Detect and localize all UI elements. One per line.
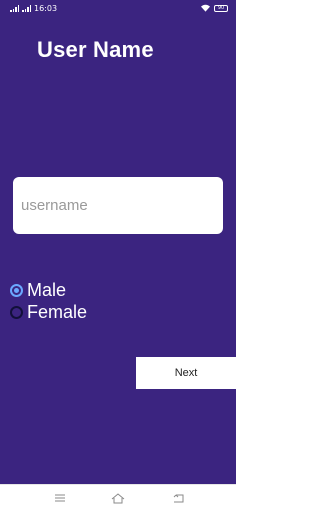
status-right: 90	[201, 4, 228, 12]
radio-male[interactable]: Male	[10, 280, 66, 301]
username-input[interactable]	[13, 177, 223, 234]
navigation-bar	[0, 484, 236, 512]
signal-icon	[10, 5, 19, 12]
radio-female-label: Female	[27, 302, 88, 322]
status-time: 16:03	[34, 4, 58, 13]
status-left: 16:03	[10, 4, 57, 13]
radio-checked-icon[interactable]	[10, 284, 23, 297]
radio-female[interactable]: Female	[10, 302, 87, 323]
radio-male-label: Male	[27, 280, 67, 300]
status-bar: 16:03 90	[0, 0, 236, 18]
wifi-icon	[201, 4, 210, 12]
menu-icon[interactable]	[53, 492, 67, 504]
radio-unchecked-icon[interactable]	[10, 306, 23, 319]
signal-icon	[22, 5, 31, 12]
back-icon[interactable]	[172, 492, 186, 504]
page-title: User Name	[37, 37, 154, 62]
home-icon[interactable]	[111, 492, 125, 504]
main-screen: User Name Male Female Next	[0, 18, 236, 484]
next-button[interactable]: Next	[136, 357, 236, 389]
battery-icon: 90	[214, 4, 228, 12]
